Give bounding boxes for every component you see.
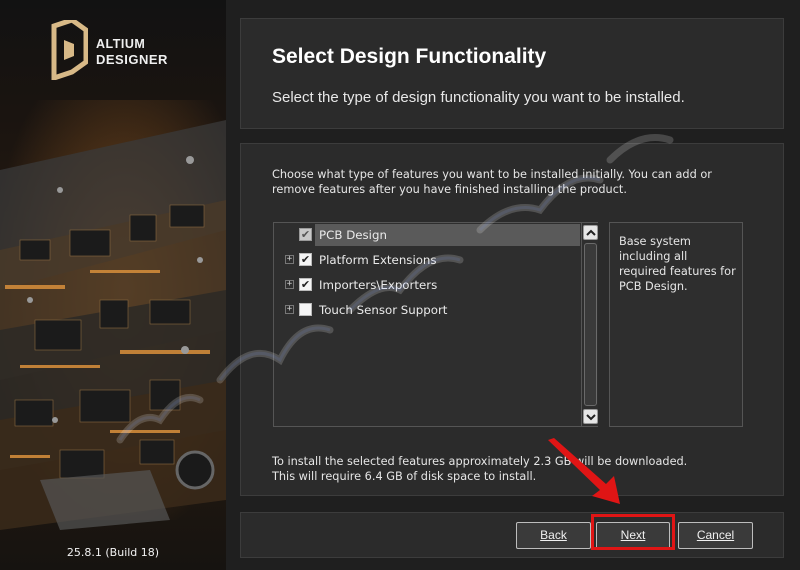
feature-checkbox[interactable]: ✔: [299, 253, 312, 266]
logo-wordmark: ALTIUM DESIGNER: [96, 37, 168, 67]
chevron-down-icon: [586, 414, 596, 421]
next-button[interactable]: Next: [596, 522, 670, 549]
feature-row-importers-exporters[interactable]: + ✔ Importers\Exporters: [274, 274, 580, 296]
feature-checkbox[interactable]: [299, 303, 312, 316]
feature-tree-scrollbar[interactable]: [581, 223, 598, 426]
feature-description-box: Base system including all required featu…: [609, 222, 743, 427]
header-panel: Select Design Functionality Select the t…: [240, 18, 784, 129]
back-button-label: Back: [540, 528, 567, 542]
left-banner: ALTIUM DESIGNER 25.8.1 (Build 18): [0, 0, 226, 570]
scroll-up-button[interactable]: [583, 225, 598, 240]
scroll-down-button[interactable]: [583, 409, 598, 424]
button-panel: Back Next Cancel: [240, 512, 784, 558]
feature-tree[interactable]: ✔ PCB Design + ✔ Platform Extensions + ✔…: [273, 222, 598, 427]
feature-label: Platform Extensions: [319, 253, 437, 267]
logo-line-1: ALTIUM: [96, 37, 146, 51]
feature-label: Touch Sensor Support: [319, 303, 448, 317]
feature-row-touch-sensor-support[interactable]: + Touch Sensor Support: [274, 299, 580, 321]
chevron-up-icon: [586, 229, 596, 236]
altium-logo: ALTIUM DESIGNER: [50, 20, 210, 84]
logo-line-2: DESIGNER: [96, 52, 168, 67]
disk-space-text: This will require 6.4 GB of disk space t…: [272, 470, 537, 483]
content-panel: Choose what type of features you want to…: [240, 143, 784, 496]
circuit-board-image: [0, 0, 226, 570]
scroll-thumb[interactable]: [584, 243, 597, 406]
feature-checkbox[interactable]: ✔: [299, 278, 312, 291]
feature-row-pcb-design[interactable]: ✔ PCB Design: [274, 224, 580, 246]
feature-label: Importers\Exporters: [319, 278, 438, 292]
cancel-button-label: Cancel: [696, 528, 735, 542]
version-label: 25.8.1 (Build 18): [66, 546, 160, 559]
cancel-button[interactable]: Cancel: [678, 522, 753, 549]
expand-icon[interactable]: +: [285, 305, 294, 314]
download-info: To install the selected features approxi…: [272, 454, 752, 484]
expand-icon[interactable]: +: [285, 280, 294, 289]
page-title: Select Design Functionality: [272, 45, 547, 68]
page-subtitle: Select the type of design functionality …: [272, 89, 685, 106]
intro-text: Choose what type of features you want to…: [272, 168, 712, 196]
feature-label: PCB Design: [315, 224, 580, 246]
next-button-label: Next: [620, 528, 646, 542]
back-button[interactable]: Back: [516, 522, 591, 549]
download-size-text: To install the selected features approxi…: [272, 455, 688, 468]
expand-icon[interactable]: +: [285, 255, 294, 264]
feature-description: Base system including all required featu…: [619, 235, 736, 293]
feature-row-platform-extensions[interactable]: + ✔ Platform Extensions: [274, 249, 580, 271]
feature-checkbox[interactable]: ✔: [299, 228, 312, 241]
altium-logo-icon: [51, 20, 88, 80]
